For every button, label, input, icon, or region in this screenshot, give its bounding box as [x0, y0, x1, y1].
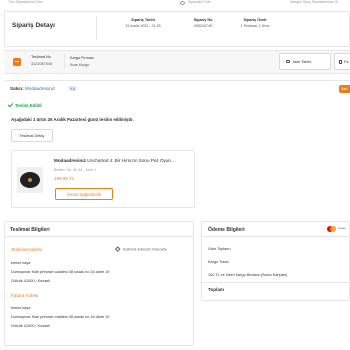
product-brand: Modaadresiniz	[54, 158, 86, 163]
order-header-card	[4, 11, 350, 47]
carrier-label: Kargo Firması	[70, 56, 94, 60]
total-label: Toplam	[208, 287, 224, 292]
update-address-link[interactable]: Teslimat Adresini Güncelle	[115, 246, 168, 252]
order-track-link[interactable]: Siparişini Göle	[188, 0, 211, 4]
delivery-status-text: Teslim Edildi	[15, 103, 42, 108]
package-box-icon	[13, 58, 21, 66]
payment-info-heading: Ödeme Bilgileri	[208, 227, 245, 233]
checkmark-icon	[7, 101, 14, 108]
delivery-detail-button[interactable]: Teslimat Detay	[11, 129, 53, 142]
invoice-address-line1: Dumlupınar Mah prevaze caddesi 48 sokak …	[11, 315, 110, 319]
top-utility-bar: Tüm Siparişlerine Dön Siparişini Göle He…	[0, 0, 350, 8]
product-price: 199,90 TL	[54, 176, 75, 181]
delivery-address-line1: Dumlupınar Mah prevaze caddesi 48 sokak …	[11, 270, 110, 274]
seller-row: Satıcı: Modaadresiniz	[10, 86, 55, 91]
shipping-fee-label: Kargo Tutarı	[208, 260, 229, 264]
invoice-address-line2: Gölcük 41000 / Kocaeli	[11, 324, 51, 328]
product-title[interactable]: Modaadresiniz Uncharted 4: Bir Hırsızın …	[54, 158, 175, 163]
delivery-name: emine kaya	[11, 261, 31, 265]
order-number-value: 905244749	[194, 24, 212, 28]
divider	[96, 16, 97, 40]
delivery-status: Teslim Edildi	[7, 101, 42, 108]
invoice-name: emine kaya	[11, 306, 31, 310]
delivery-no-label: Teslimat No	[31, 55, 51, 59]
return-request-label: İade Talebi	[293, 59, 312, 64]
divider	[4, 80, 350, 81]
invoice-button-label: Fa	[344, 59, 349, 64]
delivery-info-heading: Teslimat Bilgileri	[10, 227, 50, 233]
order-date-block: Sipariş Tarihi 19 Aralık 2023 - 01:25	[118, 18, 168, 28]
free-shipping-label: 100 TL ve Üzeri Kargo Bedava (Satıcı Kar…	[208, 273, 288, 277]
product-attributes: Beden: Gri, 40-46 - Adet: 1	[54, 168, 97, 172]
delivery-info-text: Aşağıdaki 1 ürün 25 Aralık Pazartesi gün…	[11, 117, 134, 122]
account-link[interactable]: Hesaplı Sanş Siparişlerinize Gi	[290, 0, 338, 4]
carrier-value: Aras Kargo	[70, 63, 89, 67]
product-image[interactable]	[17, 167, 43, 193]
divider	[4, 236, 194, 237]
return-request-button[interactable]: İade Talebi	[279, 53, 331, 70]
eye-icon	[180, 1, 185, 5]
divider	[64, 54, 65, 70]
card-mask: *****	[338, 226, 346, 231]
divider	[201, 282, 350, 283]
order-summary-block: Sipariş Özeti 1 Teslimat, 1 Ürün	[232, 18, 278, 28]
delivery-address-heading: Teslimat Adresi	[11, 247, 42, 252]
update-address-label: Teslimat Adresini Güncelle	[122, 247, 168, 252]
invoice-button[interactable]: Fa	[334, 53, 350, 70]
seller-action-button[interactable]: Satı	[339, 85, 350, 93]
seller-name-link[interactable]: Modaadresiniz	[25, 86, 55, 91]
order-number-block: Sipariş No 905244749	[183, 18, 223, 28]
order-number-label: Sipariş No	[193, 18, 213, 22]
order-summary-label: Sipariş Özeti	[243, 18, 267, 22]
back-to-orders-link[interactable]: Tüm Siparişlerine Dön	[8, 0, 43, 4]
delivery-no-value: 3122087545	[31, 62, 53, 66]
return-icon	[286, 60, 290, 63]
seller-label: Satıcı:	[10, 86, 24, 91]
divider	[201, 236, 350, 237]
delivery-address-line2: Gölcük 41000 / Kocaeli	[11, 279, 51, 283]
product-total-label: Ürün Toplamı	[208, 247, 231, 251]
invoice-address-heading: Fatura Adresi	[11, 293, 39, 298]
edit-icon	[115, 246, 121, 252]
page-title: Sipariş Detayı	[12, 22, 55, 29]
mastercard-icon	[327, 226, 336, 232]
evaluate-product-button[interactable]: Ürünü Değerlendir	[55, 188, 113, 200]
order-date-value: 19 Aralık 2023 - 01:25	[125, 24, 161, 28]
product-name: Uncharted 4: Bir Hırsızın Sonu Ps4 Oyun.…	[87, 158, 175, 163]
order-date-label: Sipariş Tarihi	[131, 18, 155, 22]
seller-rating-badge: 9,8	[68, 86, 77, 91]
document-icon	[339, 59, 342, 64]
order-summary-value: 1 Teslimat, 1 Ürün	[240, 24, 270, 28]
